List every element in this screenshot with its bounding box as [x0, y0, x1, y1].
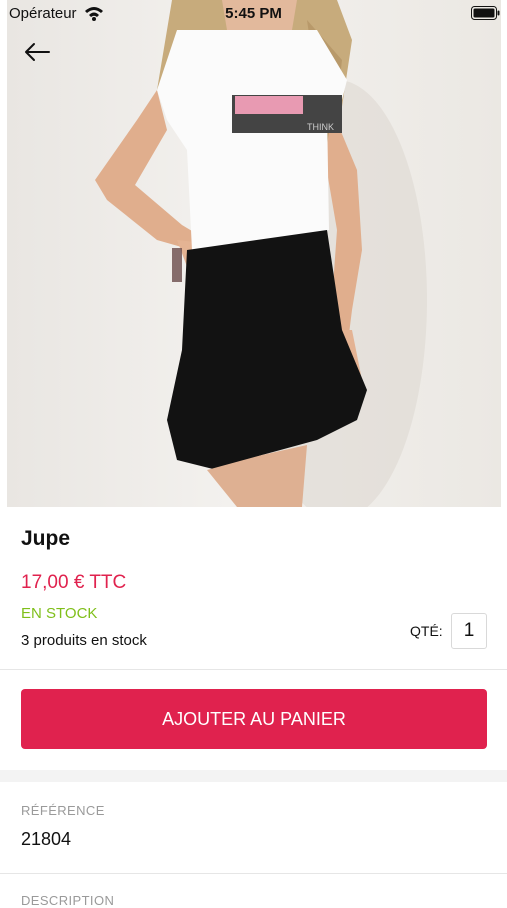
reference-value: 21804	[21, 829, 72, 849]
section-separator	[0, 770, 507, 782]
divider	[0, 873, 507, 874]
quantity-label: QTÉ:	[410, 623, 443, 639]
back-button[interactable]	[20, 38, 54, 66]
divider	[0, 669, 507, 670]
stock-status: EN STOCK	[21, 605, 98, 622]
product-title: Jupe	[21, 527, 71, 550]
shirt-print-text: THINK	[307, 122, 334, 132]
stock-count: 3 produits en stock	[21, 632, 147, 649]
product-photo: THINK	[95, 0, 427, 507]
product-image: THINK	[7, 0, 501, 507]
status-time: 5:45 PM	[225, 5, 282, 22]
description-label: DESCRIPTION	[21, 893, 115, 908]
battery-icon	[471, 6, 500, 20]
quantity-input[interactable]: 1	[451, 613, 487, 649]
product-price: 17,00 € TTC	[21, 572, 127, 593]
status-bar: Opérateur 5:45 PM	[0, 0, 507, 28]
reference-label: RÉFÉRENCE	[21, 803, 105, 818]
add-to-cart-button[interactable]: AJOUTER AU PANIER	[21, 689, 487, 749]
arrow-left-icon	[25, 43, 50, 61]
